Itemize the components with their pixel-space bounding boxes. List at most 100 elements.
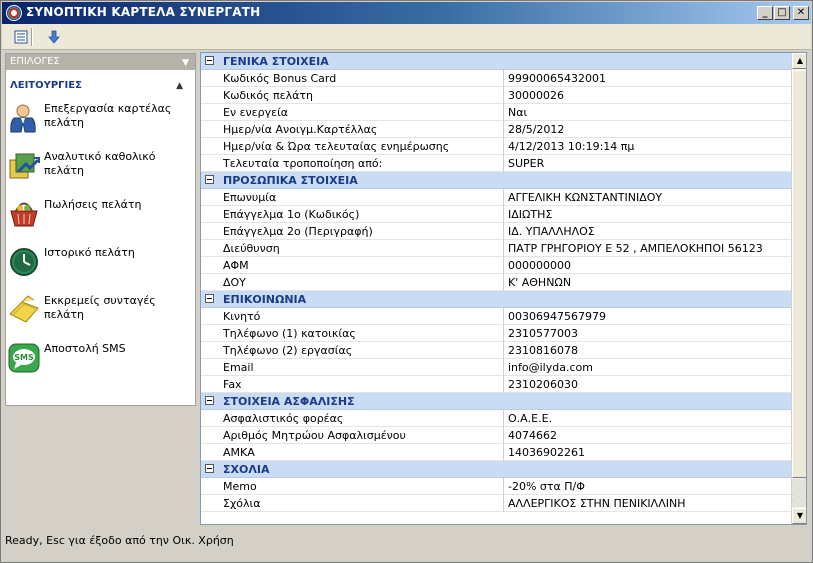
collapse-icon[interactable]: [201, 461, 219, 478]
property-value[interactable]: ΙΔ. ΥΠΑΛΛΗΛΟΣ: [504, 223, 791, 240]
property-value[interactable]: Κ' ΑΘΗΝΩΝ: [504, 274, 791, 291]
category-row[interactable]: ΓΕΝΙΚΑ ΣΤΟΙΧΕΙΑ: [201, 53, 791, 70]
property-row[interactable]: Κωδικός Bonus Card 99900065432001: [201, 70, 791, 87]
property-row[interactable]: ΑΜΚΑ 14036902261: [201, 444, 791, 461]
property-value[interactable]: 4/12/2013 10:19:14 πμ: [504, 138, 791, 155]
maximize-button[interactable]: □: [774, 6, 790, 20]
property-value[interactable]: ΠΑΤΡ ΓΡΗΓΟΡΙΟΥ Ε 52 , ΑΜΠΕΛΟΚΗΠΟΙ 56123: [504, 240, 791, 257]
category-row[interactable]: ΕΠΙΚΟΙΝΩΝΙΑ: [201, 291, 791, 308]
arrow-down-icon[interactable]: [44, 27, 64, 47]
property-key: Memo: [219, 478, 504, 495]
scroll-up-icon[interactable]: ▲: [792, 53, 806, 69]
row-gutter: [201, 325, 219, 342]
property-row[interactable]: Επωνυμία ΑΓΓΕΛΙΚΗ ΚΩΝΣΤΑΝΤΙΝΙΔΟΥ: [201, 189, 791, 206]
collapse-icon[interactable]: [201, 172, 219, 189]
property-value[interactable]: Ο.Α.Ε.Ε.: [504, 410, 791, 427]
scroll-down-icon[interactable]: ▼: [792, 508, 806, 524]
property-row[interactable]: Ημερ/νία Ανοιγμ.Καρτέλλας 28/5/2012: [201, 121, 791, 138]
property-row[interactable]: ΔΟΥ Κ' ΑΘΗΝΩΝ: [201, 274, 791, 291]
property-row[interactable]: ΑΦΜ 000000000: [201, 257, 791, 274]
title-bar[interactable]: ΣΥΝΟΠΤΙΚΗ ΚΑΡΤΕΛΑ ΣΥΝΕΡΓΑΤΗ _ □ ✕: [2, 2, 811, 24]
category-row[interactable]: ΣΤΟΙΧΕΙΑ ΑΣΦΑΛΙΣΗΣ: [201, 393, 791, 410]
minus-icon[interactable]: [205, 175, 214, 184]
property-row[interactable]: Σχόλια ΑΛΛΕΡΓΙΚΟΣ ΣΤΗΝ ΠΕΝΙΚΙΛΛΙΝΗ: [201, 495, 791, 512]
collapse-icon[interactable]: [201, 291, 219, 308]
property-key: Ασφαλιστικός φορέας: [219, 410, 504, 427]
clock-icon: [8, 246, 40, 278]
property-value[interactable]: ΙΔΙΩΤΗΣ: [504, 206, 791, 223]
category-row[interactable]: ΣΧΟΛΙΑ: [201, 461, 791, 478]
sidebar-item-label: Εκκρεμείς συνταγές πελάτη: [44, 294, 156, 321]
sidebar-item-pending-prescriptions[interactable]: Εκκρεμείς συνταγές πελάτη: [6, 290, 195, 338]
property-row[interactable]: Επάγγελμα 1ο (Κωδικός) ΙΔΙΩΤΗΣ: [201, 206, 791, 223]
sidebar-item-history[interactable]: Ιστορικό πελάτη: [6, 242, 195, 290]
property-row[interactable]: Fax 2310206030: [201, 376, 791, 393]
empty-row: [201, 512, 791, 524]
property-value[interactable]: 14036902261: [504, 444, 791, 461]
property-row[interactable]: Τελευταία τροποποίηση από: SUPER: [201, 155, 791, 172]
property-row[interactable]: Επάγγελμα 2ο (Περιγραφή) ΙΔ. ΥΠΑΛΛΗΛΟΣ: [201, 223, 791, 240]
basket-icon: [8, 198, 40, 230]
property-key: Fax: [219, 376, 504, 393]
minus-icon[interactable]: [205, 56, 214, 65]
minus-icon[interactable]: [205, 396, 214, 405]
property-value[interactable]: -20% στα Π/Φ: [504, 478, 791, 495]
row-gutter: [201, 342, 219, 359]
sidebar-item-ledger[interactable]: Αναλυτικό καθολικό πελάτη: [6, 146, 195, 194]
property-value[interactable]: 00306947567979: [504, 308, 791, 325]
collapse-icon[interactable]: [201, 393, 219, 410]
property-value[interactable]: 28/5/2012: [504, 121, 791, 138]
functions-header[interactable]: ΛΕΙΤΟΥΡΓΙΕΣ ▲: [6, 74, 195, 98]
minimize-button[interactable]: _: [757, 6, 773, 20]
property-row[interactable]: Ασφαλιστικός φορέας Ο.Α.Ε.Ε.: [201, 410, 791, 427]
property-key: Διεύθυνση: [219, 240, 504, 257]
property-value[interactable]: 2310577003: [504, 325, 791, 342]
scrollbar-thumb[interactable]: [792, 70, 806, 478]
property-row[interactable]: Κωδικός πελάτη 30000026: [201, 87, 791, 104]
row-gutter: [201, 274, 219, 291]
property-value[interactable]: 2310206030: [504, 376, 791, 393]
minus-icon[interactable]: [205, 464, 214, 473]
property-row[interactable]: Memo -20% στα Π/Φ: [201, 478, 791, 495]
row-gutter: [201, 427, 219, 444]
sidebar-item-send-sms[interactable]: SMS Αποστολή SMS: [6, 338, 195, 386]
property-value[interactable]: 4074662: [504, 427, 791, 444]
property-row[interactable]: Αριθμός Μητρώου Ασφαλισμένου 4074662: [201, 427, 791, 444]
property-row[interactable]: Ημερ/νία & Ώρα τελευταίας ενημέρωσης 4/12…: [201, 138, 791, 155]
row-gutter: [201, 104, 219, 121]
category-row[interactable]: ΠΡΟΣΩΠΙΚΑ ΣΤΟΙΧΕΙΑ: [201, 172, 791, 189]
property-row[interactable]: Κινητό 00306947567979: [201, 308, 791, 325]
list-view-icon[interactable]: [11, 27, 31, 47]
ledger-icon: [8, 150, 40, 182]
property-key: Εν ενεργεία: [219, 104, 504, 121]
close-button[interactable]: ✕: [793, 6, 809, 20]
vertical-scrollbar[interactable]: ▲ ▼: [791, 53, 806, 524]
property-row[interactable]: Email info@ilyda.com: [201, 359, 791, 376]
property-row[interactable]: Τηλέφωνο (2) εργασίας 2310816078: [201, 342, 791, 359]
property-value[interactable]: 000000000: [504, 257, 791, 274]
property-value[interactable]: SUPER: [504, 155, 791, 172]
property-value[interactable]: 2310816078: [504, 342, 791, 359]
property-row[interactable]: Διεύθυνση ΠΑΤΡ ΓΡΗΓΟΡΙΟΥ Ε 52 , ΑΜΠΕΛΟΚΗΠ…: [201, 240, 791, 257]
scrollbar-track[interactable]: [792, 479, 806, 507]
property-value[interactable]: ΑΛΛΕΡΓΙΚΟΣ ΣΤΗΝ ΠΕΝΙΚΙΛΛΙΝΗ: [504, 495, 791, 512]
collapse-icon[interactable]: [201, 53, 219, 70]
property-value[interactable]: Ναι: [504, 104, 791, 121]
sidebar-item-sales[interactable]: Πωλήσεις πελάτη: [6, 194, 195, 242]
property-value[interactable]: 30000026: [504, 87, 791, 104]
sidebar-item-label: Πωλήσεις πελάτη: [44, 198, 142, 211]
row-gutter: [201, 495, 219, 512]
property-value[interactable]: 99900065432001: [504, 70, 791, 87]
property-grid[interactable]: ▲ ▼ ΓΕΝΙΚΑ ΣΤΟΙΧΕΙΑ Κωδικός Bonus Card 999…: [200, 52, 807, 525]
chevron-down-icon[interactable]: ▼: [182, 55, 189, 71]
property-row[interactable]: Εν ενεργεία Ναι: [201, 104, 791, 121]
property-key: Κωδικός Bonus Card: [219, 70, 504, 87]
category-title: ΕΠΙΚΟΙΝΩΝΙΑ: [223, 293, 307, 306]
property-value[interactable]: info@ilyda.com: [504, 359, 791, 376]
options-header[interactable]: ΕΠΙΛΟΓΕΣ ▼: [6, 54, 195, 70]
sidebar-item-edit-card[interactable]: Επεξεργασία καρτέλας πελάτη: [6, 98, 195, 146]
chevron-up-icon[interactable]: ▲: [176, 74, 183, 98]
property-row[interactable]: Τηλέφωνο (1) κατοικίας 2310577003: [201, 325, 791, 342]
property-value[interactable]: ΑΓΓΕΛΙΚΗ ΚΩΝΣΤΑΝΤΙΝΙΔΟΥ: [504, 189, 791, 206]
minus-icon[interactable]: [205, 294, 214, 303]
